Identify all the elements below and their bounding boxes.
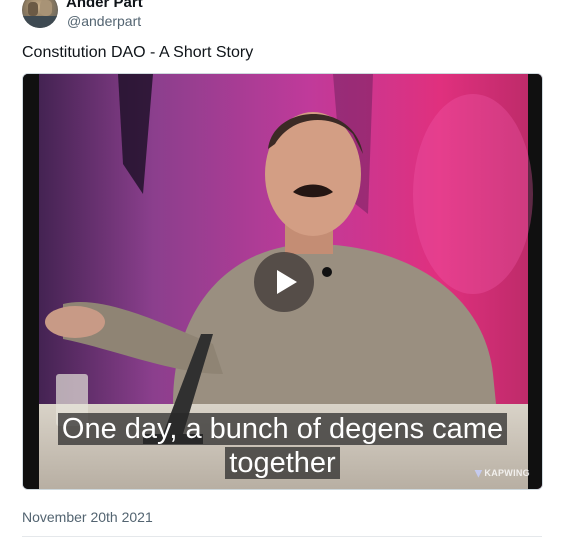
video-player[interactable]: One day, a bunch of degens came together… [22, 73, 543, 490]
play-icon [277, 270, 297, 294]
watermark-text: KAPWING [484, 468, 530, 478]
video-subtitle-line-2: together [23, 446, 542, 480]
kapwing-logo-icon [474, 469, 483, 478]
avatar-ground [22, 16, 58, 28]
video-subtitle-line-1: One day, a bunch of degens came [23, 412, 542, 446]
divider [22, 536, 542, 537]
tweet-text: Constitution DAO - A Short Story [22, 44, 254, 61]
tweet-timestamp[interactable]: November 20th 2021 [22, 509, 153, 525]
play-button[interactable] [254, 252, 314, 312]
author-name[interactable]: Ander Part [66, 0, 143, 11]
subtitle-text-1: One day, a bunch of degens came [57, 413, 508, 445]
avatar-figure-left [28, 2, 38, 16]
kapwing-watermark: KAPWING [474, 468, 530, 478]
author-handle[interactable]: @anderpart [67, 13, 141, 29]
avatar-figure-right [40, 0, 52, 16]
author-avatar[interactable] [22, 0, 58, 28]
subtitle-text-2: together [225, 447, 340, 479]
